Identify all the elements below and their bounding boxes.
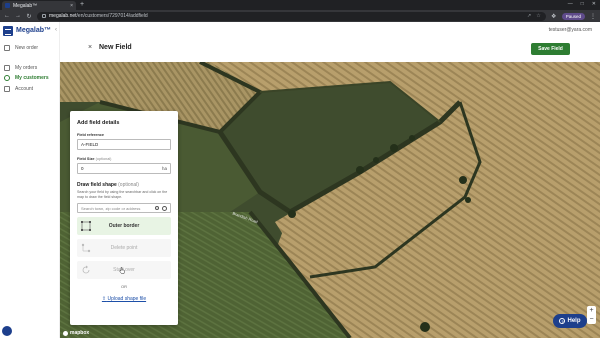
url-path: /en/customers/7297014/addfield (76, 13, 148, 19)
draw-shape-hint: Search your field by using the searchbar… (77, 190, 168, 199)
help-icon: ? (559, 318, 566, 324)
refresh-icon (82, 265, 90, 274)
sidebar-item-account[interactable]: Account (4, 86, 33, 92)
url-host: megalab.net (49, 13, 77, 19)
page-header: × New Field testuser@yara.com Save Field (60, 22, 600, 62)
reload-icon[interactable]: ↻ (26, 13, 32, 20)
field-size-label-text: Field Size (77, 157, 95, 161)
field-size-unit: ha (161, 166, 167, 171)
draw-shape-title: Draw field shape (optional) (77, 182, 171, 188)
sidebar-item-label: New order (15, 45, 39, 51)
sidebar-item-my-customers[interactable]: My customers (4, 75, 49, 81)
close-icon[interactable]: × (88, 44, 92, 51)
browser-tab[interactable]: Megalab™ × (2, 1, 76, 10)
field-size-input[interactable]: 0 ha (77, 163, 171, 174)
save-field-button[interactable]: Save Field (531, 43, 570, 55)
page-title: New Field (99, 44, 132, 51)
address-bar: ← → ↻ megalab.net/en/customers/7297014/a… (0, 10, 600, 22)
sidebar-item-label: My customers (15, 75, 49, 81)
field-size-value: 0 (81, 166, 84, 171)
new-tab-button[interactable]: + (80, 1, 84, 8)
delete-point-icon (81, 243, 91, 253)
zoom-out-button[interactable]: − (587, 315, 596, 324)
field-size-label: Field Size (optional) (77, 157, 171, 161)
map-search-input[interactable]: Search town, zip code or address (77, 203, 171, 214)
delete-point-button[interactable]: Delete point (77, 239, 171, 258)
favicon-icon (5, 3, 10, 8)
mapbox-label: mapbox (70, 330, 90, 336)
tab-close-icon[interactable]: × (70, 3, 73, 9)
user-email[interactable]: testuser@yara.com (549, 27, 592, 33)
profile-button[interactable]: Paused (561, 12, 585, 20)
url-text: megalab.net/en/customers/7297014/addfiel… (49, 13, 148, 19)
upload-shape-file-link[interactable]: ⇧ Upload shape file (77, 296, 171, 302)
person-icon (4, 86, 10, 92)
draw-shape-title-text: Draw field shape (77, 182, 117, 188)
help-label: Help (567, 318, 581, 324)
users-icon (4, 75, 10, 81)
window-close-icon[interactable]: ✕ (592, 1, 596, 7)
maximize-icon[interactable]: □ (581, 1, 584, 7)
zoom-control: + − (587, 306, 596, 324)
outer-border-label: Outer border (108, 223, 140, 230)
draw-shape-optional: (optional) (118, 182, 139, 188)
sidebar-item-label: Account (15, 86, 34, 92)
share-icon[interactable]: ↗ (527, 13, 531, 19)
collapse-sidebar-icon[interactable]: ‹ (55, 27, 57, 33)
search-icon[interactable] (155, 206, 159, 211)
locate-icon[interactable] (162, 205, 167, 211)
sidebar: Megalab™ ‹ New order My orders My custom… (0, 22, 60, 338)
plus-square-icon (4, 45, 10, 51)
app-brand: Megalab™ (16, 27, 52, 34)
menu-icon[interactable]: ⋮ (590, 13, 596, 20)
search-placeholder: Search town, zip code or address (81, 205, 141, 211)
tab-strip: Megalab™ × + — □ ✕ (0, 0, 600, 10)
minimize-icon[interactable]: — (568, 1, 573, 7)
mapbox-attribution[interactable]: mapbox (63, 330, 89, 336)
forward-icon[interactable]: → (15, 13, 21, 19)
omnibox-icons: ↗ ☆ (527, 13, 541, 19)
upload-label: Upload shape file (107, 296, 147, 303)
hand-cursor-icon (119, 267, 125, 274)
add-field-panel: Add field details Field reference A-FIEL… (70, 111, 178, 325)
field-reference-label: Field reference (77, 133, 105, 137)
zoom-in-button[interactable]: + (587, 306, 596, 315)
lock-icon (42, 14, 46, 18)
sidebar-item-label: My orders (15, 65, 38, 71)
mapbox-logo-icon (63, 330, 68, 336)
window-controls: — □ ✕ (568, 1, 596, 7)
square-corners-icon (81, 221, 91, 232)
upload-icon: ⇧ (101, 296, 107, 303)
url-field[interactable]: megalab.net/en/customers/7297014/addfiel… (37, 11, 546, 21)
field-size-optional: (optional) (95, 157, 112, 161)
delete-point-label: Delete point (110, 245, 138, 252)
field-reference-value: A-FIELD (81, 142, 99, 147)
or-divider: OR (121, 284, 127, 290)
list-icon (4, 65, 10, 71)
star-icon[interactable]: ☆ (536, 13, 540, 19)
panel-title: Add field details (77, 120, 120, 126)
tab-title: Megalab™ (13, 2, 38, 9)
outer-border-button[interactable]: Outer border (77, 217, 171, 236)
back-icon[interactable]: ← (4, 13, 10, 19)
sidebar-item-my-orders[interactable]: My orders (4, 65, 37, 71)
help-button[interactable]: ? Help (553, 314, 587, 328)
assistant-icon[interactable] (2, 326, 12, 336)
sidebar-item-new-order[interactable]: New order (4, 45, 38, 51)
yara-logo-icon (3, 26, 13, 36)
field-reference-input[interactable]: A-FIELD (77, 139, 171, 150)
extensions-icon[interactable]: ❖ (551, 13, 557, 20)
browser-window: Megalab™ × + — □ ✕ ← → ↻ megalab.net/en/… (0, 0, 600, 338)
